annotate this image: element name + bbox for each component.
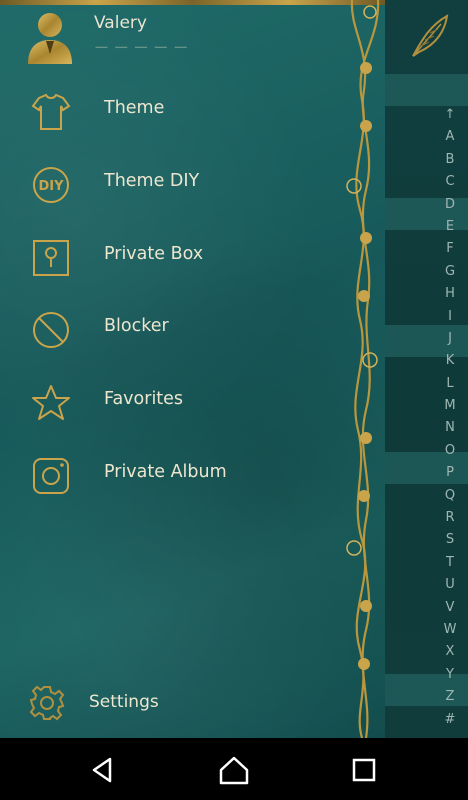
- lock-box-icon: [33, 240, 69, 276]
- index-letter[interactable]: A: [441, 126, 459, 148]
- svg-text:DIY: DIY: [38, 179, 64, 194]
- recents-icon[interactable]: [347, 753, 381, 787]
- index-letter[interactable]: W: [441, 619, 459, 641]
- star-icon: [32, 385, 70, 420]
- feather-icon[interactable]: [407, 12, 451, 60]
- index-letter[interactable]: Z: [441, 686, 459, 708]
- menu-item-label: Private Album: [104, 462, 227, 482]
- back-icon[interactable]: [86, 753, 120, 787]
- menu-item-theme-diy[interactable]: DIY Theme DIY: [0, 153, 340, 213]
- index-letter[interactable]: Q: [441, 485, 459, 507]
- index-letter[interactable]: R: [441, 507, 459, 529]
- menu-item-private-album[interactable]: Private Album: [0, 444, 340, 504]
- diy-icon: DIY: [33, 167, 69, 203]
- index-letter[interactable]: U: [441, 574, 459, 596]
- index-stripe: [385, 74, 468, 106]
- index-letter[interactable]: T: [441, 552, 459, 574]
- gear-icon: [29, 685, 65, 721]
- index-letter[interactable]: D: [441, 194, 459, 216]
- menu-item-favorites[interactable]: Favorites: [0, 371, 340, 431]
- index-letter[interactable]: E: [441, 216, 459, 238]
- index-letter[interactable]: C: [441, 171, 459, 193]
- index-letter[interactable]: ↑: [441, 104, 459, 126]
- menu-item-private-box[interactable]: Private Box: [0, 226, 340, 286]
- menu-item-label: Private Box: [104, 244, 204, 264]
- profile-header[interactable]: Valery ー ー ー ー ー: [0, 0, 340, 72]
- home-icon[interactable]: [217, 753, 251, 787]
- menu-item-label: Favorites: [104, 389, 184, 409]
- index-letter[interactable]: K: [441, 350, 459, 372]
- menu-item-label: Theme: [104, 98, 165, 118]
- menu-item-label: Theme DIY: [104, 171, 200, 191]
- index-letter[interactable]: N: [441, 417, 459, 439]
- index-letter[interactable]: M: [441, 395, 459, 417]
- screen: ↑ A B C D E F G H I J K L M N O P Q R S T U V W X Y Z # Valery ー ー …: [0, 0, 468, 800]
- gold-vine-border: [346, 0, 380, 738]
- index-letter[interactable]: P: [441, 462, 459, 484]
- index-letter[interactable]: B: [441, 149, 459, 171]
- menu-item-blocker[interactable]: Blocker: [0, 298, 340, 358]
- navigation-drawer: Valery ー ー ー ー ー Theme DIY Theme DIY Pri…: [0, 0, 385, 742]
- t-shirt-icon: [31, 93, 71, 130]
- index-letter[interactable]: J: [441, 328, 459, 350]
- index-letter[interactable]: H: [441, 283, 459, 305]
- menu-item-theme[interactable]: Theme: [0, 80, 340, 140]
- index-letter[interactable]: #: [441, 709, 459, 731]
- index-letter[interactable]: V: [441, 597, 459, 619]
- index-letter[interactable]: O: [441, 440, 459, 462]
- profile-subtitle: ー ー ー ー ー: [94, 39, 189, 57]
- block-icon: [33, 312, 69, 348]
- index-letter[interactable]: F: [441, 238, 459, 260]
- system-nav-bar: [0, 738, 468, 800]
- index-letter[interactable]: S: [441, 529, 459, 551]
- index-letter[interactable]: I: [441, 306, 459, 328]
- index-letter[interactable]: Y: [441, 664, 459, 686]
- index-letter[interactable]: X: [441, 641, 459, 663]
- avatar[interactable]: [24, 10, 76, 64]
- menu-item-label: Blocker: [104, 316, 169, 336]
- camera-icon: [33, 458, 69, 494]
- index-letter[interactable]: G: [441, 261, 459, 283]
- index-letter[interactable]: L: [441, 373, 459, 395]
- alphabet-index[interactable]: ↑ A B C D E F G H I J K L M N O P Q R S T U V W X Y Z #: [441, 104, 459, 731]
- profile-name: Valery: [94, 13, 147, 33]
- settings-label: Settings: [89, 692, 159, 712]
- settings-item[interactable]: Settings: [0, 680, 340, 726]
